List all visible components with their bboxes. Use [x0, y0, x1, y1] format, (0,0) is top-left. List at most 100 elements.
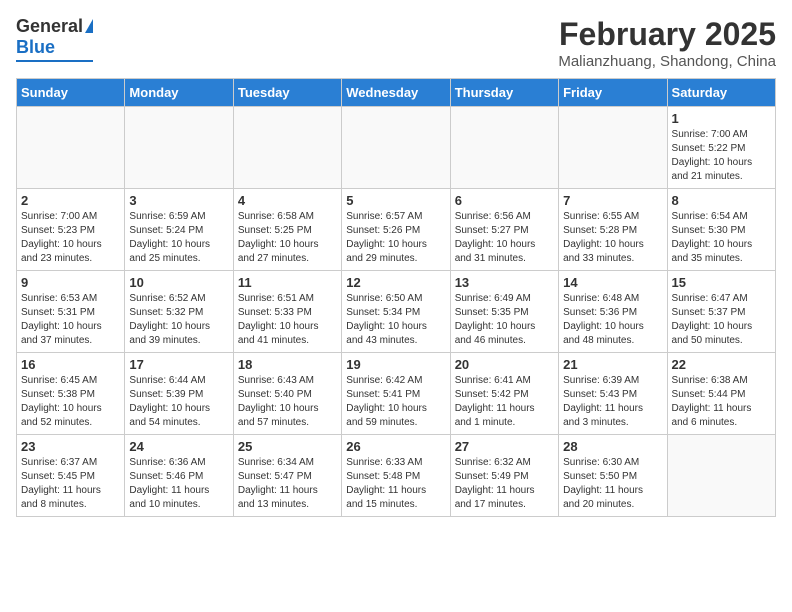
calendar-table: SundayMondayTuesdayWednesdayThursdayFrid…	[16, 78, 776, 517]
logo: General Blue	[16, 16, 93, 62]
calendar-cell	[667, 435, 775, 517]
calendar-cell	[233, 107, 341, 189]
day-info: Sunrise: 6:41 AM Sunset: 5:42 PM Dayligh…	[455, 374, 554, 430]
day-number: 11	[238, 275, 337, 290]
day-info: Sunrise: 6:37 AM Sunset: 5:45 PM Dayligh…	[21, 456, 120, 512]
day-info: Sunrise: 6:57 AM Sunset: 5:26 PM Dayligh…	[346, 210, 445, 266]
weekday-header-tuesday: Tuesday	[233, 79, 341, 107]
day-number: 15	[672, 275, 771, 290]
day-number: 23	[21, 439, 120, 454]
day-info: Sunrise: 6:48 AM Sunset: 5:36 PM Dayligh…	[563, 292, 662, 348]
page-header: General Blue February 2025 Malianzhuang,…	[16, 16, 776, 70]
calendar-week-1: 2 Sunrise: 7:00 AM Sunset: 5:23 PM Daylig…	[17, 189, 776, 271]
day-info: Sunrise: 6:39 AM Sunset: 5:43 PM Dayligh…	[563, 374, 662, 430]
day-info: Sunrise: 6:54 AM Sunset: 5:30 PM Dayligh…	[672, 210, 771, 266]
calendar-cell: 7Sunrise: 6:55 AM Sunset: 5:28 PM Daylig…	[559, 189, 667, 271]
day-number: 26	[346, 439, 445, 454]
calendar-cell: 14 Sunrise: 6:48 AM Sunset: 5:36 PM Dayli…	[559, 271, 667, 353]
calendar-cell: 18 Sunrise: 6:43 AM Sunset: 5:40 PM Dayli…	[233, 353, 341, 435]
calendar-week-4: 23 Sunrise: 6:37 AM Sunset: 5:45 PM Dayli…	[17, 435, 776, 517]
calendar-cell: 24 Sunrise: 6:36 AM Sunset: 5:46 PM Dayli…	[125, 435, 233, 517]
day-number: 8	[672, 193, 771, 208]
calendar-cell: 17 Sunrise: 6:44 AM Sunset: 5:39 PM Dayli…	[125, 353, 233, 435]
day-info: Sunrise: 7:00 AM Sunset: 5:22 PM Dayligh…	[672, 128, 771, 184]
calendar-cell: 3Sunrise: 6:59 AM Sunset: 5:24 PM Daylig…	[125, 189, 233, 271]
calendar-cell	[125, 107, 233, 189]
day-number: 14	[563, 275, 662, 290]
day-info: Sunrise: 6:45 AM Sunset: 5:38 PM Dayligh…	[21, 374, 120, 430]
weekday-header-friday: Friday	[559, 79, 667, 107]
calendar-cell: 16 Sunrise: 6:45 AM Sunset: 5:38 PM Dayli…	[17, 353, 125, 435]
day-info: Sunrise: 6:32 AM Sunset: 5:49 PM Dayligh…	[455, 456, 554, 512]
calendar-cell: 20 Sunrise: 6:41 AM Sunset: 5:42 PM Dayli…	[450, 353, 558, 435]
calendar-cell: 5 Sunrise: 6:57 AM Sunset: 5:26 PM Daylig…	[342, 189, 450, 271]
logo-triangle-icon	[85, 19, 93, 33]
calendar-cell: 19Sunrise: 6:42 AM Sunset: 5:41 PM Dayli…	[342, 353, 450, 435]
day-info: Sunrise: 6:59 AM Sunset: 5:24 PM Dayligh…	[129, 210, 228, 266]
day-number: 1	[672, 111, 771, 126]
title-section: February 2025 Malianzhuang, Shandong, Ch…	[558, 16, 776, 70]
weekday-header-sunday: Sunday	[17, 79, 125, 107]
calendar-cell	[17, 107, 125, 189]
day-info: Sunrise: 6:33 AM Sunset: 5:48 PM Dayligh…	[346, 456, 445, 512]
calendar-cell: 12 Sunrise: 6:50 AM Sunset: 5:34 PM Dayli…	[342, 271, 450, 353]
calendar-cell: 28Sunrise: 6:30 AM Sunset: 5:50 PM Dayli…	[559, 435, 667, 517]
day-number: 20	[455, 357, 554, 372]
day-number: 28	[563, 439, 662, 454]
day-info: Sunrise: 6:36 AM Sunset: 5:46 PM Dayligh…	[129, 456, 228, 512]
day-info: Sunrise: 6:34 AM Sunset: 5:47 PM Dayligh…	[238, 456, 337, 512]
calendar-week-2: 9 Sunrise: 6:53 AM Sunset: 5:31 PM Daylig…	[17, 271, 776, 353]
day-info: Sunrise: 6:53 AM Sunset: 5:31 PM Dayligh…	[21, 292, 120, 348]
day-number: 12	[346, 275, 445, 290]
calendar-cell: 6 Sunrise: 6:56 AM Sunset: 5:27 PM Daylig…	[450, 189, 558, 271]
calendar-cell: 10Sunrise: 6:52 AM Sunset: 5:32 PM Dayli…	[125, 271, 233, 353]
day-info: Sunrise: 7:00 AM Sunset: 5:23 PM Dayligh…	[21, 210, 120, 266]
weekday-header-wednesday: Wednesday	[342, 79, 450, 107]
day-info: Sunrise: 6:56 AM Sunset: 5:27 PM Dayligh…	[455, 210, 554, 266]
weekday-header-monday: Monday	[125, 79, 233, 107]
day-info: Sunrise: 6:58 AM Sunset: 5:25 PM Dayligh…	[238, 210, 337, 266]
calendar-cell: 22 Sunrise: 6:38 AM Sunset: 5:44 PM Dayli…	[667, 353, 775, 435]
day-number: 21	[563, 357, 662, 372]
calendar-cell: 25 Sunrise: 6:34 AM Sunset: 5:47 PM Dayli…	[233, 435, 341, 517]
calendar-cell	[342, 107, 450, 189]
day-info: Sunrise: 6:38 AM Sunset: 5:44 PM Dayligh…	[672, 374, 771, 430]
calendar-cell: 4 Sunrise: 6:58 AM Sunset: 5:25 PM Daylig…	[233, 189, 341, 271]
day-info: Sunrise: 6:55 AM Sunset: 5:28 PM Dayligh…	[563, 210, 662, 266]
calendar-cell: 8 Sunrise: 6:54 AM Sunset: 5:30 PM Daylig…	[667, 189, 775, 271]
weekday-header-row: SundayMondayTuesdayWednesdayThursdayFrid…	[17, 79, 776, 107]
calendar-cell: 21 Sunrise: 6:39 AM Sunset: 5:43 PM Dayli…	[559, 353, 667, 435]
day-number: 19	[346, 357, 445, 372]
calendar-cell: 15Sunrise: 6:47 AM Sunset: 5:37 PM Dayli…	[667, 271, 775, 353]
logo-underline	[16, 60, 93, 62]
day-number: 9	[21, 275, 120, 290]
day-number: 13	[455, 275, 554, 290]
day-number: 17	[129, 357, 228, 372]
day-number: 10	[129, 275, 228, 290]
calendar-cell: 13 Sunrise: 6:49 AM Sunset: 5:35 PM Dayli…	[450, 271, 558, 353]
day-info: Sunrise: 6:43 AM Sunset: 5:40 PM Dayligh…	[238, 374, 337, 430]
day-number: 2	[21, 193, 120, 208]
calendar-week-0: 1 Sunrise: 7:00 AM Sunset: 5:22 PM Daylig…	[17, 107, 776, 189]
day-number: 16	[21, 357, 120, 372]
day-info: Sunrise: 6:51 AM Sunset: 5:33 PM Dayligh…	[238, 292, 337, 348]
calendar-cell: 1 Sunrise: 7:00 AM Sunset: 5:22 PM Daylig…	[667, 107, 775, 189]
calendar-cell	[450, 107, 558, 189]
calendar-cell: 27 Sunrise: 6:32 AM Sunset: 5:49 PM Dayli…	[450, 435, 558, 517]
day-number: 25	[238, 439, 337, 454]
calendar-cell: 9 Sunrise: 6:53 AM Sunset: 5:31 PM Daylig…	[17, 271, 125, 353]
day-number: 18	[238, 357, 337, 372]
day-number: 5	[346, 193, 445, 208]
calendar-cell: 11 Sunrise: 6:51 AM Sunset: 5:33 PM Dayli…	[233, 271, 341, 353]
day-info: Sunrise: 6:44 AM Sunset: 5:39 PM Dayligh…	[129, 374, 228, 430]
day-number: 27	[455, 439, 554, 454]
day-number: 6	[455, 193, 554, 208]
calendar-week-3: 16 Sunrise: 6:45 AM Sunset: 5:38 PM Dayli…	[17, 353, 776, 435]
day-number: 22	[672, 357, 771, 372]
day-number: 24	[129, 439, 228, 454]
day-number: 4	[238, 193, 337, 208]
day-info: Sunrise: 6:50 AM Sunset: 5:34 PM Dayligh…	[346, 292, 445, 348]
day-info: Sunrise: 6:49 AM Sunset: 5:35 PM Dayligh…	[455, 292, 554, 348]
subtitle: Malianzhuang, Shandong, China	[558, 53, 776, 70]
calendar-cell: 23 Sunrise: 6:37 AM Sunset: 5:45 PM Dayli…	[17, 435, 125, 517]
